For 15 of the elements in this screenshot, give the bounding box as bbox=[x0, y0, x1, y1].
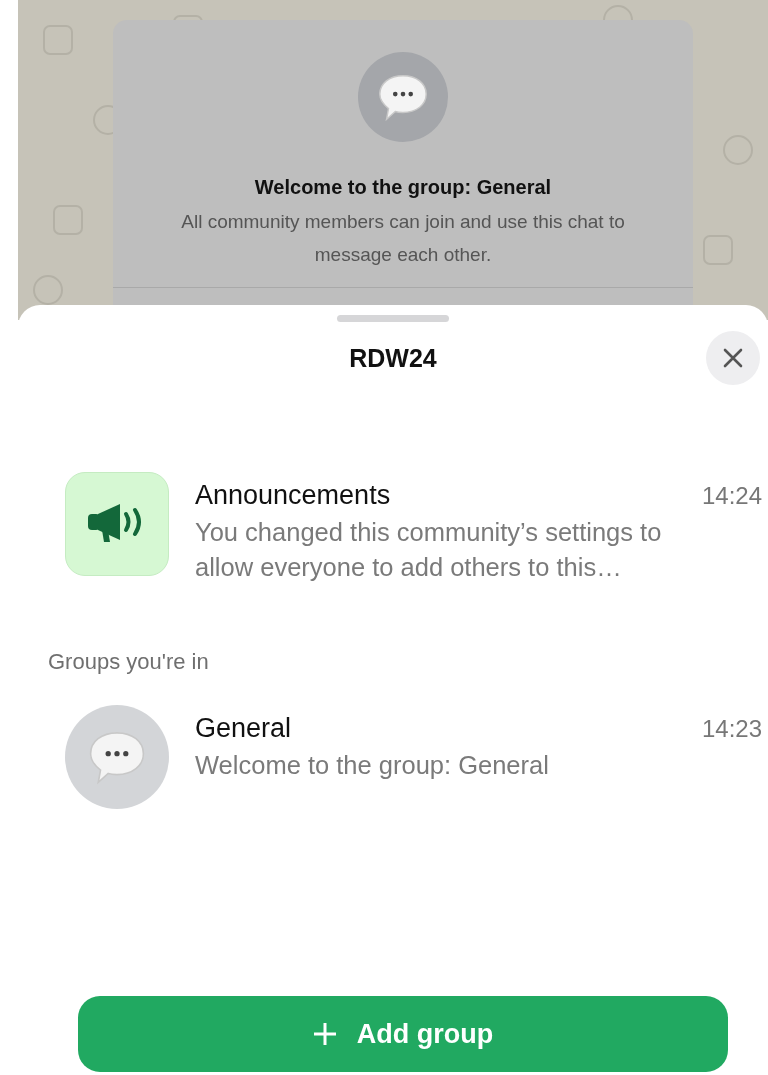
chat-row[interactable]: Announcements 14:24 You changed this community’s settings to allow everyone to add others to this… bbox=[18, 472, 768, 585]
chat-name: Announcements bbox=[195, 480, 391, 511]
sheet-title: RDW24 bbox=[349, 343, 437, 373]
plus-icon bbox=[312, 1022, 337, 1046]
welcome-title: Welcome to the group: General bbox=[254, 176, 552, 199]
drag-handle[interactable] bbox=[337, 315, 449, 322]
chat-name: General bbox=[195, 713, 292, 744]
welcome-description: All community members can join and use this chat to message each other. bbox=[180, 210, 626, 267]
chat-row[interactable]: General 14:23 Welcome to the group: General bbox=[18, 705, 768, 809]
chat-time: 14:23 bbox=[701, 715, 762, 743]
message-preview: You changed this community’s settings to allow everyone to add others to this… bbox=[195, 517, 663, 583]
chat-time: 14:24 bbox=[701, 482, 762, 510]
message-preview: Welcome to the group: General bbox=[195, 750, 550, 781]
section-header: Groups you're in bbox=[48, 649, 210, 675]
close-icon bbox=[723, 348, 743, 368]
